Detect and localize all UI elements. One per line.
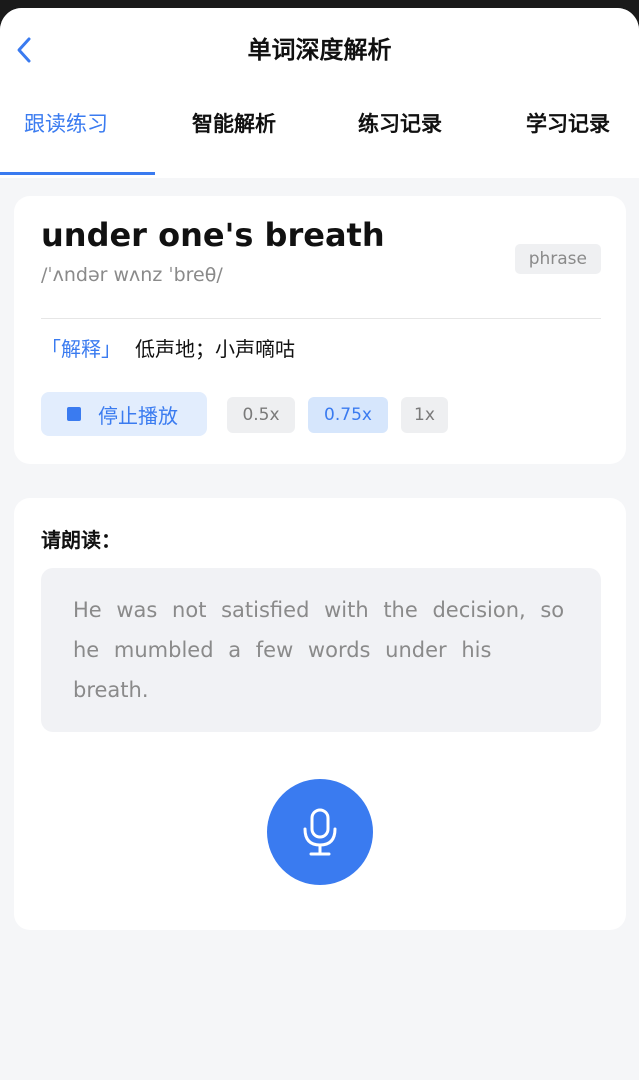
tab-smart-analysis[interactable]: 智能解析 [192, 104, 276, 166]
microphone-icon [303, 808, 337, 856]
sentence-box: He was not satisfied with the decision, … [41, 568, 601, 732]
tab-bar: 跟读练习 智能解析 练习记录 学习记录 [0, 104, 639, 175]
record-button[interactable] [267, 779, 373, 885]
example-sentence: He was not satisfied with the decision, … [73, 598, 565, 702]
tab-practice-record[interactable]: 练习记录 [358, 104, 442, 166]
speed-0.75x-button[interactable]: 0.75x [308, 397, 388, 433]
divider [41, 318, 601, 319]
active-tab-indicator [0, 172, 155, 175]
page-sheet: 单词深度解析 跟读练习 智能解析 练习记录 学习记录 under one's b… [0, 8, 639, 1080]
definition-row: 「解释」 低声地；小声嘀咕 [41, 334, 295, 364]
reading-prompt: 请朗读： [41, 528, 121, 552]
stop-icon [67, 407, 81, 421]
stop-playback-button[interactable]: 停止播放 [41, 392, 207, 436]
page-title: 单词深度解析 [247, 36, 392, 64]
part-of-speech-badge: phrase [514, 244, 601, 274]
definition-text: 低声地；小声嘀咕 [135, 337, 295, 361]
stop-playback-label: 停止播放 [98, 403, 178, 428]
word-title: under one's breath [41, 216, 385, 254]
definition-label: 「解释」 [41, 337, 121, 361]
tab-study-record[interactable]: 学习记录 [526, 104, 610, 166]
word-card: under one's breath /ˈʌndər wʌnz ˈbreθ/ p… [14, 196, 626, 464]
tab-shadow-reading[interactable]: 跟读练习 [24, 104, 108, 166]
reading-card: 请朗读： He was not satisfied with the decis… [14, 498, 626, 930]
speed-1x-button[interactable]: 1x [401, 397, 448, 433]
phonetic: /ˈʌndər wʌnz ˈbreθ/ [41, 264, 223, 286]
speed-0.5x-button[interactable]: 0.5x [227, 397, 295, 433]
header: 单词深度解析 跟读练习 智能解析 练习记录 学习记录 [0, 8, 639, 178]
